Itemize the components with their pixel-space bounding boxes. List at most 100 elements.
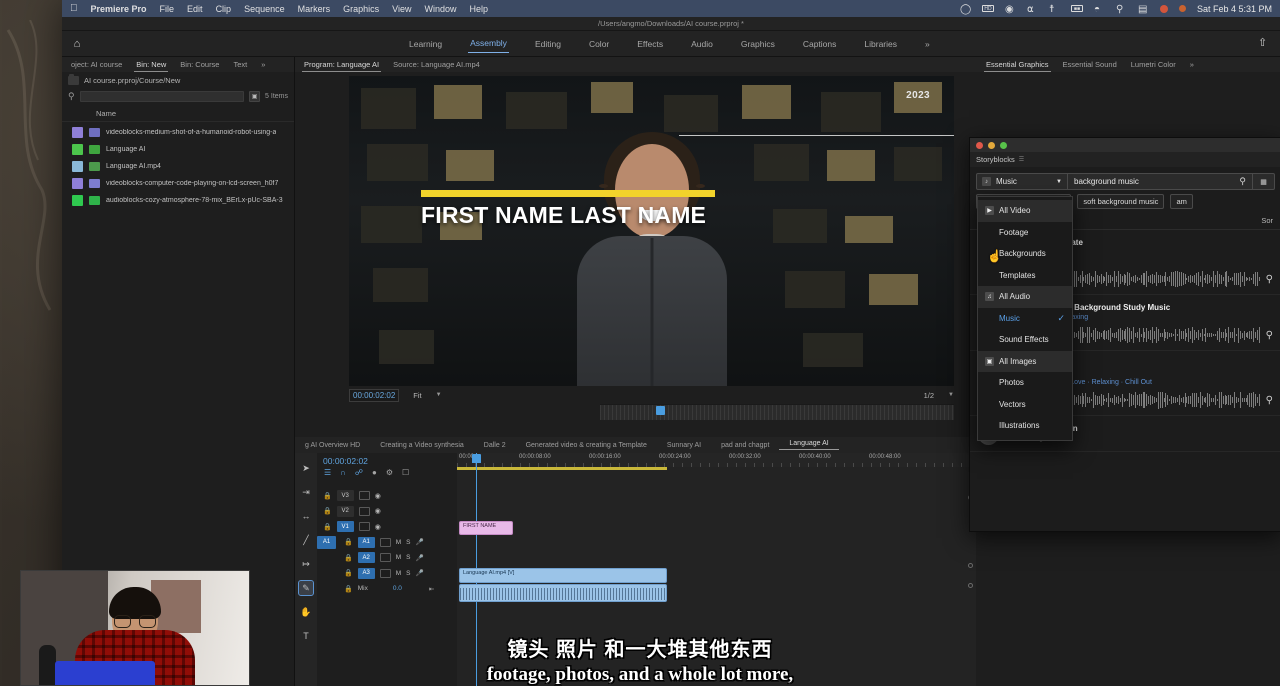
- mute-icon[interactable]: M: [396, 539, 401, 546]
- menu-item-all-images[interactable]: ▣ All Images: [978, 351, 1072, 373]
- suggestion-chip[interactable]: soft background music: [1077, 194, 1164, 209]
- workspace-tab-graphics[interactable]: Graphics: [739, 35, 777, 53]
- work-area-bar[interactable]: [457, 467, 667, 470]
- ripple-edit-tool-icon[interactable]: ↔: [299, 509, 313, 523]
- solo-icon[interactable]: S: [406, 570, 410, 577]
- share-icon[interactable]: ⇧: [1258, 38, 1270, 50]
- menu-item-sound-effects[interactable]: Sound Effects: [978, 329, 1072, 351]
- track-header-a2[interactable]: 🔒 A2 M S 🎤: [317, 550, 457, 566]
- lock-icon[interactable]: 🔒: [344, 569, 353, 577]
- menu-item-photos[interactable]: Photos: [978, 372, 1072, 394]
- lock-icon[interactable]: 🔒: [344, 554, 353, 562]
- media-type-select[interactable]: ♪ Music ▼: [976, 173, 1068, 190]
- suggestion-chip[interactable]: am: [1170, 194, 1192, 209]
- workspace-tab-captions[interactable]: Captions: [801, 35, 839, 53]
- sequence-tab-summary-ai[interactable]: Sunnary AI: [657, 442, 711, 449]
- razor-tool-icon[interactable]: ╱: [299, 533, 313, 547]
- timeline-ruler[interactable]: 00:00 00:00:08:00 00:00:16:00 00:00:24:0…: [457, 453, 976, 467]
- spotlight-search-icon[interactable]: ⚲: [1116, 4, 1127, 13]
- menu-help[interactable]: Help: [470, 4, 489, 14]
- list-item[interactable]: Language AI.mp4: [62, 158, 294, 175]
- siri-icon[interactable]: [1179, 5, 1186, 12]
- tab-bin-new[interactable]: Bin: New: [129, 58, 173, 72]
- track-header-v2[interactable]: 🔒 V2 ◉: [317, 504, 457, 520]
- menu-item-footage[interactable]: Footage: [978, 222, 1072, 244]
- tab-project-ai-course[interactable]: oject: AI course: [64, 58, 129, 72]
- timeline-clip-audio[interactable]: [459, 584, 667, 602]
- workspace-tab-effects[interactable]: Effects: [635, 35, 665, 53]
- media-type-dropdown-menu[interactable]: ▶ All Video Footage Backgrounds Template…: [977, 196, 1073, 441]
- preview-search-icon[interactable]: ⚲: [1266, 330, 1273, 341]
- timeline-clip-graphic[interactable]: FIRST NAME: [459, 521, 513, 535]
- lock-icon[interactable]: 🔒: [323, 492, 332, 500]
- tab-essential-graphics[interactable]: Essential Graphics: [979, 58, 1056, 72]
- storyblocks-tab-label[interactable]: Storyblocks: [976, 155, 1015, 164]
- track-header-v3[interactable]: 🔒 V3 ◉: [317, 488, 457, 504]
- eye-icon[interactable]: ◉: [375, 492, 381, 500]
- workspace-tab-editing[interactable]: Editing: [533, 35, 563, 53]
- menu-edit[interactable]: Edit: [187, 4, 203, 14]
- sequence-tab-generated-video[interactable]: Generated video & creating a Template: [516, 442, 657, 449]
- workspace-tab-learning[interactable]: Learning: [407, 35, 444, 53]
- list-item[interactable]: videoblocks-medium-shot-of-a-humanoid-ro…: [62, 124, 294, 141]
- solo-icon[interactable]: S: [406, 539, 410, 546]
- menu-item-all-audio[interactable]: ♫ All Audio: [978, 286, 1072, 308]
- snap-icon[interactable]: ∩: [340, 468, 346, 477]
- monitor-zoom-select[interactable]: Fit ▼: [413, 391, 441, 400]
- tab-lumetri-color[interactable]: Lumetri Color: [1124, 58, 1183, 72]
- list-item[interactable]: videoblocks-computer-code-playing-on-lcd…: [62, 175, 294, 192]
- track-name-a2[interactable]: A2: [358, 552, 375, 563]
- mix-value[interactable]: 0.0: [393, 585, 402, 592]
- list-item[interactable]: Language AI: [62, 141, 294, 158]
- timeline-timecode[interactable]: 00:00:02:02: [317, 453, 457, 468]
- notification-dot-icon[interactable]: [1160, 5, 1168, 13]
- pen-tool-icon[interactable]: ✎: [299, 581, 313, 595]
- workspace-tab-audio[interactable]: Audio: [689, 35, 715, 53]
- column-header-name[interactable]: Name: [96, 109, 116, 118]
- project-search-input[interactable]: [80, 91, 244, 102]
- close-icon[interactable]: [976, 142, 983, 149]
- eye-icon[interactable]: ◉: [375, 507, 381, 515]
- sequence-tab-dalle2[interactable]: Dalle 2: [474, 442, 516, 449]
- tab-right-overflow[interactable]: »: [1183, 58, 1201, 72]
- menubar-clock[interactable]: Sat Feb 4 5:31 PM: [1197, 4, 1272, 14]
- wifi-icon[interactable]: ◓: [1094, 4, 1105, 13]
- sequence-tab-pad-chatgpt[interactable]: pad and chagpt: [711, 442, 779, 449]
- list-item[interactable]: audioblocks-cozy-atmosphere-78-mix_BErLx…: [62, 192, 294, 209]
- lock-icon[interactable]: 🔒: [323, 523, 332, 531]
- eye-icon[interactable]: ◉: [375, 523, 381, 531]
- playhead-handle[interactable]: [472, 454, 481, 463]
- linked-selection-icon[interactable]: ☍: [355, 468, 363, 477]
- nested-sequence-icon[interactable]: ☰: [324, 468, 331, 477]
- track-header-mix[interactable]: 🔒 Mix 0.0 ⇤: [317, 581, 457, 597]
- apple-logo-icon[interactable]: : [70, 4, 78, 14]
- grid-view-icon[interactable]: ▦: [1253, 173, 1275, 190]
- track-header-a3[interactable]: 🔒 A3 M S 🎤: [317, 566, 457, 582]
- tab-text[interactable]: Text: [226, 58, 254, 72]
- minimize-icon[interactable]: [988, 142, 995, 149]
- track-select-tool-icon[interactable]: ⇥: [299, 485, 313, 499]
- sequence-tab-language-ai[interactable]: Language AI: [779, 440, 838, 450]
- lock-icon[interactable]: 🔒: [323, 507, 332, 515]
- voice-record-icon[interactable]: 🎤: [415, 554, 423, 562]
- workspace-tab-color[interactable]: Color: [587, 35, 611, 53]
- slip-tool-icon[interactable]: ↦: [299, 557, 313, 571]
- lock-icon[interactable]: 🔒: [344, 585, 353, 593]
- track-header-a1[interactable]: A1 🔒 A1 M S 🎤: [317, 535, 457, 551]
- mute-icon[interactable]: M: [396, 554, 401, 561]
- menu-clip[interactable]: Clip: [216, 4, 232, 14]
- tab-program-monitor[interactable]: Program: Language AI: [297, 58, 386, 72]
- workspace-tab-overflow[interactable]: »: [923, 35, 932, 53]
- menu-item-vectors[interactable]: Vectors: [978, 394, 1072, 416]
- audio-master-select[interactable]: A1: [317, 536, 336, 549]
- menu-premiere-pro[interactable]: Premiere Pro: [91, 4, 147, 14]
- workspace-tab-assembly[interactable]: Assembly: [468, 34, 509, 53]
- tab-project-overflow[interactable]: »: [254, 58, 272, 72]
- menu-item-templates[interactable]: Templates: [978, 265, 1072, 287]
- monitor-resolution-select[interactable]: 1/2 ▼: [924, 391, 954, 400]
- menu-view[interactable]: View: [392, 4, 411, 14]
- track-output-icon[interactable]: [359, 507, 370, 516]
- track-output-icon[interactable]: [380, 553, 391, 562]
- track-output-icon[interactable]: [359, 491, 370, 500]
- selection-tool-icon[interactable]: ➤: [299, 461, 313, 475]
